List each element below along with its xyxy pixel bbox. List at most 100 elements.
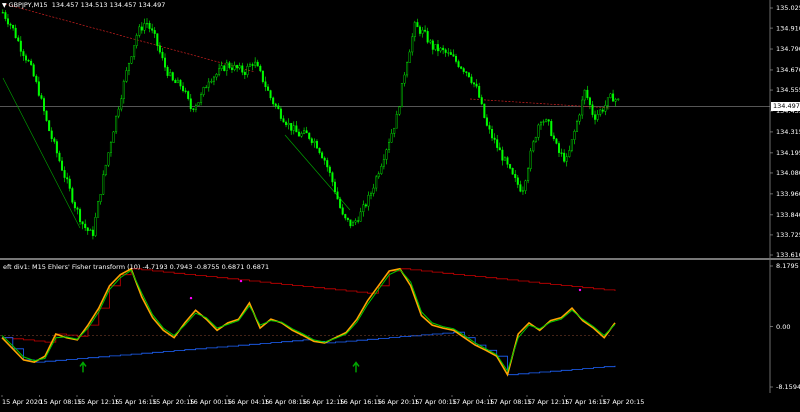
trend-line-green-left xyxy=(2,77,81,229)
candle-body xyxy=(267,86,270,91)
price-chart-panel[interactable]: 135.025 134.910 134.790 134.670 134.555 134.4… xyxy=(0,0,800,258)
candle-body xyxy=(43,98,46,112)
candle-body xyxy=(457,61,460,68)
candle-body xyxy=(516,177,519,185)
candle-body xyxy=(269,90,272,99)
candle-body xyxy=(352,221,355,227)
candle-body xyxy=(370,193,373,196)
candle-body xyxy=(563,152,566,162)
candle-body xyxy=(215,74,218,78)
candle-body xyxy=(22,51,25,57)
candle-body xyxy=(475,83,478,87)
candle-body xyxy=(400,83,403,108)
candle-body xyxy=(104,164,107,175)
signal-line xyxy=(1,268,616,373)
candle-body xyxy=(6,18,9,25)
candle-body xyxy=(367,194,370,207)
candle-body xyxy=(184,90,187,92)
candle-body xyxy=(290,123,293,131)
candle-body xyxy=(588,97,591,105)
candle-body xyxy=(277,105,280,110)
candle-body xyxy=(568,150,571,157)
candle-body xyxy=(91,229,94,236)
time-tick-label: 17 Apr 12:15 xyxy=(527,398,569,406)
candle-body xyxy=(308,132,311,139)
candle-body xyxy=(617,98,620,100)
candle-body xyxy=(120,98,123,110)
candle-body xyxy=(573,131,576,140)
candle-body xyxy=(480,97,483,105)
candle-body xyxy=(4,12,7,19)
time-tick-label: 16 Apr 20:15 xyxy=(377,398,419,406)
candle-body xyxy=(418,26,421,34)
candle-body xyxy=(460,66,463,69)
time-axis: 15 Apr 2020 15 Apr 08:15 15 Apr 12:15 15 Ap… xyxy=(0,393,800,406)
candle-body xyxy=(125,70,128,82)
candle-body xyxy=(223,65,226,71)
candle-body xyxy=(197,102,200,106)
indicator-panel[interactable]: 8.1795 0.00 -8.1594 eft div1: M15 Ehlers' … xyxy=(0,260,800,393)
candle-body xyxy=(45,110,48,121)
indicator-header: eft div1: M15 Ehlers' Fisher transform (… xyxy=(3,263,270,271)
candle-body xyxy=(539,121,542,126)
current-price-tag: 134.497 xyxy=(771,102,800,111)
candle-body xyxy=(509,164,512,169)
price-chart[interactable]: 135.025 134.910 134.790 134.670 134.555 134.4… xyxy=(0,0,800,258)
candle-body xyxy=(40,95,43,99)
candle-body xyxy=(488,125,491,130)
candle-body xyxy=(248,64,251,67)
candle-body xyxy=(485,117,488,126)
candle-body xyxy=(63,170,66,178)
indicator-tick-label: 0.00 xyxy=(776,323,790,331)
candle-body xyxy=(447,52,450,54)
candle-body xyxy=(545,119,548,122)
candle-body xyxy=(97,201,100,218)
candle-body xyxy=(30,60,33,65)
indicator-tick-label: -8.1594 xyxy=(776,383,800,391)
candle-body xyxy=(233,65,236,70)
indicator-chart[interactable]: 8.1795 0.00 -8.1594 xyxy=(0,260,800,393)
candle-body xyxy=(79,209,82,222)
candle-body xyxy=(519,184,522,192)
candle-body xyxy=(403,74,406,84)
candle-body xyxy=(380,165,383,174)
candle-body xyxy=(601,109,604,112)
time-tick-label: 15 Apr 16:15 xyxy=(115,398,157,406)
candle-body xyxy=(581,99,584,116)
candle-body xyxy=(76,207,79,210)
candle-body xyxy=(236,65,239,69)
candle-body xyxy=(357,220,360,222)
candle-body xyxy=(411,36,414,53)
candle-body xyxy=(331,172,334,183)
candle-body xyxy=(359,211,362,222)
candle-body xyxy=(406,62,409,76)
symbol-label[interactable]: GBPJPY,M15 xyxy=(9,1,48,9)
candle-body xyxy=(151,28,154,31)
candle-body xyxy=(246,66,249,75)
candle-body xyxy=(426,31,429,43)
price-tick-label: 134.315 xyxy=(776,128,800,136)
candle-body xyxy=(421,29,424,34)
candle-body xyxy=(364,204,367,207)
candle-body xyxy=(272,97,275,105)
candle-body xyxy=(303,130,306,134)
time-tick-label: 15 Apr 08:15 xyxy=(40,398,82,406)
candle-body xyxy=(449,52,452,55)
candle-body xyxy=(558,143,561,153)
candle-body xyxy=(375,176,378,189)
signal-dot-icon xyxy=(239,279,243,283)
price-tick-label: 134.790 xyxy=(776,45,800,53)
candle-body xyxy=(398,106,401,115)
candle-body xyxy=(439,47,442,52)
candle-body xyxy=(339,198,342,208)
candle-body xyxy=(256,61,259,67)
time-tick-label: 16 Apr 12:15 xyxy=(302,398,344,406)
candle-body xyxy=(145,23,148,25)
candle-body xyxy=(493,137,496,140)
candle-body xyxy=(318,147,321,153)
candle-body xyxy=(478,85,481,98)
candle-body xyxy=(336,191,339,200)
candle-body xyxy=(377,173,380,178)
candle-body xyxy=(138,26,141,36)
candle-body xyxy=(133,45,136,57)
